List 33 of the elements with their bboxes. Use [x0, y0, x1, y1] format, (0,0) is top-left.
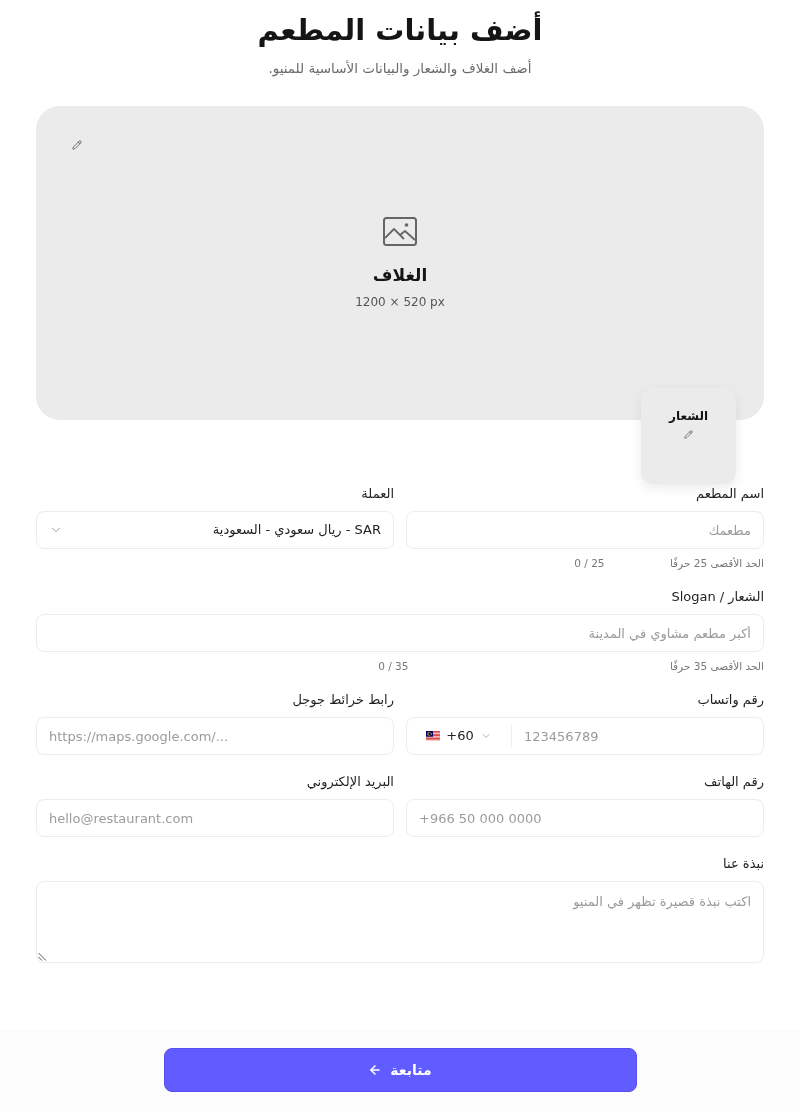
field-label: اسم المطعم — [695, 485, 764, 503]
pencil-icon[interactable] — [72, 140, 82, 150]
cover-title: الغلاف — [372, 263, 428, 286]
email-input[interactable]: hello@restaurant.com — [36, 799, 394, 837]
field-label: البريد الإلكتروني — [305, 773, 394, 791]
field-label: رقم واتساب — [696, 691, 764, 709]
hint-text: الحد الأقصى 35 حرفًا — [669, 659, 764, 673]
pencil-icon[interactable] — [684, 430, 693, 439]
country-code-select[interactable]: +60 — [407, 718, 511, 754]
text-input[interactable]: مطعمك — [406, 511, 764, 549]
url-input[interactable]: https://maps.google.com/... — [36, 717, 394, 755]
hint-text: الحد الأقصى 25 حرفًا — [669, 556, 764, 570]
field-label: رقم الهاتف — [703, 773, 764, 791]
flag-icon — [426, 731, 441, 741]
currency-select[interactable]: SAR - ريال سعودي - السعودية — [36, 511, 394, 549]
logo-upload-box[interactable]: الشعار — [641, 388, 736, 484]
continue-button[interactable]: متابعة — [163, 1048, 637, 1092]
field-label: العملة — [360, 485, 394, 503]
char-counter: 0 / 35 — [378, 659, 409, 673]
phone-input[interactable]: +966 50 000 0000 — [406, 799, 764, 837]
field-label: رابط خرائط جوجل — [291, 691, 394, 709]
phone-number-input[interactable]: 123456789 — [512, 718, 763, 754]
whatsapp-field[interactable]: +60 123456789 — [406, 717, 764, 755]
arrow-left-icon — [368, 1063, 383, 1077]
image-icon — [383, 216, 417, 246]
char-counter: 0 / 25 — [574, 556, 605, 570]
cover-size-hint: 1200 × 520 px — [355, 293, 445, 310]
field-label: نبذة عنا — [722, 855, 764, 873]
page-subtitle: أضف الغلاف والشعار والبيانات الأساسية للمنيو. — [267, 58, 533, 78]
resize-handle-icon[interactable] — [38, 952, 47, 961]
field-label: الشعار / Slogan — [670, 588, 764, 606]
textarea-field[interactable]: اكتب نبذة قصيرة تظهر في المنيو — [36, 881, 764, 963]
page-title: أضف بيانات المطعم — [256, 10, 544, 49]
